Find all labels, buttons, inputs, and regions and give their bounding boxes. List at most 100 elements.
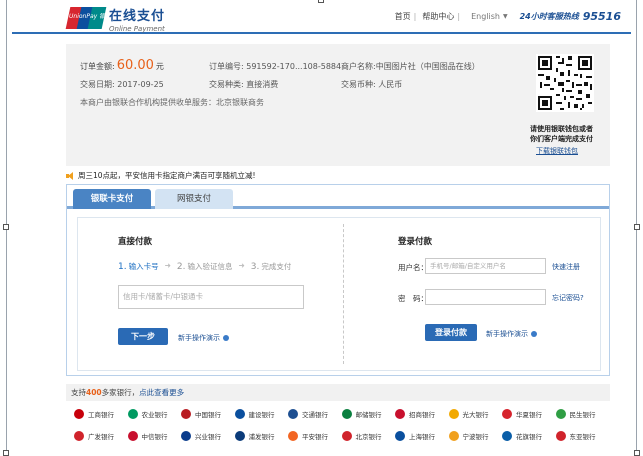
password-input[interactable] xyxy=(425,289,546,305)
bank-name: 中信银行 xyxy=(141,433,168,441)
chevron-down-icon[interactable]: ▼ xyxy=(503,13,508,20)
bank-item[interactable]: 中国银行 xyxy=(181,409,221,419)
bank-logo-icon xyxy=(395,409,405,419)
nav-home-link[interactable]: 首页 xyxy=(395,11,411,22)
username-label: 用户名： xyxy=(398,263,428,272)
tab-bar: 银联卡支付 网银支付 xyxy=(67,185,609,209)
direct-pay-steps: 1. 输入卡号 ➜ 2. 输入验证信息 ➜ 3. 完成支付 xyxy=(118,261,291,272)
info-icon xyxy=(223,335,229,341)
resize-handle-right[interactable] xyxy=(634,224,640,230)
header: UnionPay 银联 在线支付 Online Payment 首页 | 帮助中… xyxy=(12,0,631,34)
direct-help-link[interactable]: 新手操作演示 xyxy=(178,333,229,343)
bank-logo-icon xyxy=(288,409,298,419)
bank-name: 花旗银行 xyxy=(516,433,542,441)
more-banks-link[interactable]: 点此查看更多 xyxy=(139,388,184,397)
bank-name: 招商银行 xyxy=(409,411,435,419)
tab-online-banking[interactable]: 网银支付 xyxy=(155,189,233,209)
qr-code xyxy=(536,54,594,112)
trade-date: 交易日期: 2017-09-25 xyxy=(80,80,164,89)
bank-item[interactable]: 光大银行 xyxy=(448,409,489,419)
bank-logo-icon xyxy=(234,409,245,419)
bank-logo-icon xyxy=(448,409,459,419)
bank-logo-icon xyxy=(448,431,459,441)
bank-item[interactable]: 农业银行 xyxy=(127,409,168,419)
bank-item[interactable]: 民生银行 xyxy=(555,409,596,419)
brand-title: 在线支付 xyxy=(109,9,166,24)
tab-unionpay-card[interactable]: 银联卡支付 xyxy=(73,189,151,209)
bank-name: 工商银行 xyxy=(88,411,114,419)
resize-handle-bottom-right[interactable] xyxy=(634,450,640,456)
order-info: 订单金额: 60.00 元 订单编号: 591592-170...108-5884 … xyxy=(66,44,610,166)
login-help-link[interactable]: 新手操作演示 xyxy=(486,329,537,339)
bank-logo-icon xyxy=(288,431,298,441)
unionpay-logo: UnionPay 银联 xyxy=(65,7,111,29)
hotline-label: 24小时客服热线 xyxy=(519,12,579,21)
bank-logo-icon xyxy=(74,431,84,441)
bank-item[interactable]: 建设银行 xyxy=(234,409,275,419)
bank-item[interactable]: 广发银行 xyxy=(74,431,114,441)
bank-name: 华夏银行 xyxy=(516,411,542,419)
bank-logo-icon xyxy=(395,431,405,441)
password-label: 密 码： xyxy=(398,294,428,303)
bank-logo-icon xyxy=(181,409,191,419)
bank-item[interactable]: 东亚银行 xyxy=(555,431,596,441)
login-pay-title: 登录付款 xyxy=(398,237,433,247)
bank-item[interactable]: 平安银行 xyxy=(288,431,328,441)
step-1: 1. 输入卡号 xyxy=(118,262,159,272)
nav-help-link[interactable]: 帮助中心 xyxy=(422,11,454,22)
payment-card: 直接付款 1. 输入卡号 ➜ 2. 输入验证信息 ➜ 3. 完成支付 信用卡/储蓄卡/… xyxy=(77,217,601,371)
next-button[interactable]: 下一步 xyxy=(118,328,168,345)
bank-name: 广发银行 xyxy=(88,433,114,441)
bank-name: 北京银行 xyxy=(355,433,382,441)
banks-header: 支持400多家银行，点此查看更多 xyxy=(66,384,610,401)
bank-item[interactable]: 上海银行 xyxy=(395,431,435,441)
bank-item[interactable]: 中信银行 xyxy=(127,431,168,441)
bank-logo-icon xyxy=(502,409,512,419)
bank-item[interactable]: 工商银行 xyxy=(74,409,114,419)
bank-name: 东亚银行 xyxy=(569,433,596,441)
amount-value: 60.00 xyxy=(116,58,154,73)
login-pay-button[interactable]: 登录付款 xyxy=(425,324,477,341)
bank-item[interactable]: 北京银行 xyxy=(341,431,382,441)
bank-item[interactable]: 浦发银行 xyxy=(234,431,275,441)
resize-handle-bottom-left[interactable] xyxy=(3,450,9,456)
merchant-name: 商户名称:中国图片社（中国图品在线） xyxy=(341,62,480,71)
section-divider xyxy=(343,224,344,364)
bank-logo-icon xyxy=(555,409,566,419)
info-icon xyxy=(531,331,537,337)
bank-item[interactable]: 邮储银行 xyxy=(341,409,382,419)
bank-item[interactable]: 兴业银行 xyxy=(181,431,221,441)
qr-caption: 请使用银联钱包或者 你们客户端完成支付 xyxy=(530,125,593,143)
card-number-input[interactable]: 信用卡/储蓄卡/中银通卡 xyxy=(118,285,304,309)
bank-logo-icon xyxy=(341,409,352,419)
bank-item[interactable]: 交通银行 xyxy=(288,409,328,419)
register-link[interactable]: 快速注册 xyxy=(552,262,580,272)
bank-name: 农业银行 xyxy=(141,411,168,419)
bank-item[interactable]: 招商银行 xyxy=(395,409,435,419)
brand-subtitle: Online Payment xyxy=(109,25,165,33)
language-select[interactable]: English xyxy=(471,12,500,21)
bank-name: 交通银行 xyxy=(302,411,328,419)
bank-item[interactable]: 华夏银行 xyxy=(502,409,542,419)
bank-logo-icon xyxy=(127,431,138,441)
bank-name: 邮储银行 xyxy=(355,411,382,419)
download-wallet-link[interactable]: 下载银联钱包 xyxy=(536,146,578,156)
bank-name: 光大银行 xyxy=(462,411,489,419)
bank-logo-icon xyxy=(181,431,191,441)
promo-text: 周三10点起，平安信用卡指定商户满百可享随机立减! xyxy=(78,171,256,180)
step-arrow-icon: ➜ xyxy=(238,261,245,270)
bank-item[interactable]: 宁波银行 xyxy=(448,431,489,441)
speaker-icon xyxy=(66,171,75,180)
order-amount: 订单金额: 60.00 元 xyxy=(80,58,164,73)
bank-name: 平安银行 xyxy=(302,433,328,441)
trade-type: 交易种类: 直接消费 xyxy=(209,80,279,89)
brand: 在线支付 Online Payment xyxy=(109,5,165,33)
username-input[interactable]: 手机号/邮箱/自定义用户名 xyxy=(425,258,546,274)
bank-item[interactable]: 花旗银行 xyxy=(502,431,542,441)
bank-name: 中国银行 xyxy=(195,411,221,419)
bank-logo-icon xyxy=(127,409,138,419)
resize-handle-left[interactable] xyxy=(3,224,9,230)
bank-name: 宁波银行 xyxy=(462,433,489,441)
bank-logo-icon xyxy=(341,431,352,441)
forgot-password-link[interactable]: 忘记密码? xyxy=(552,293,584,303)
